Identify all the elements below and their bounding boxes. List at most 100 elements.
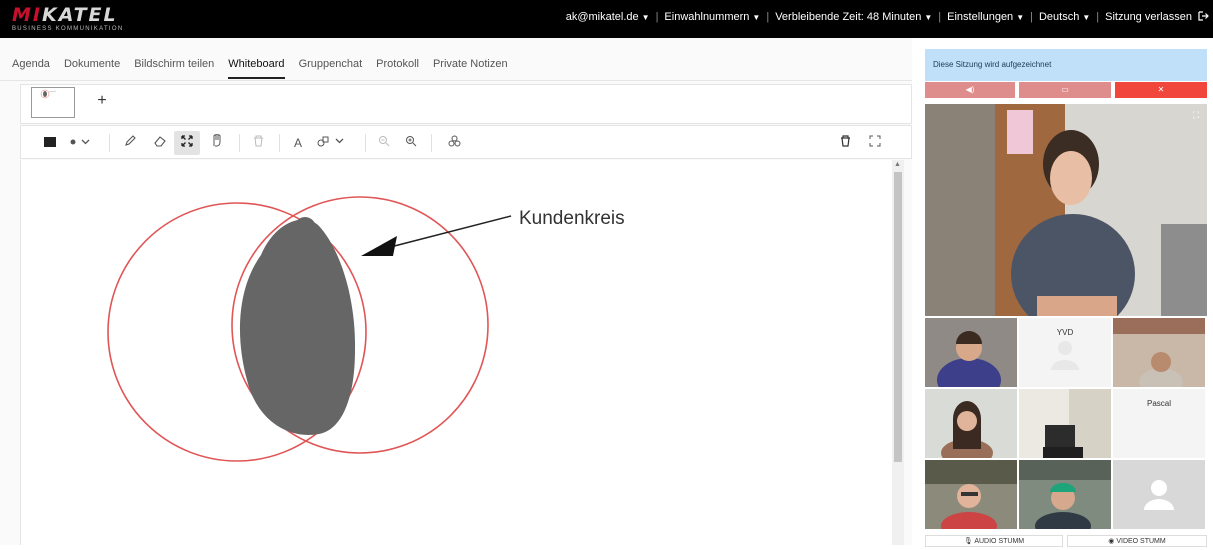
participant-tile[interactable] [1019,389,1111,458]
video-mute-button[interactable]: ◉ VIDEO STUMM [1067,535,1207,547]
participant-tile[interactable]: Pascal [1113,389,1205,458]
nav-divider: | [1096,11,1100,23]
mikatel-logo[interactable]: MIKATEL BUSINESS KOMMUNIKATION [12,5,124,32]
chevron-down-icon: ▼ [1082,13,1091,22]
zoom-in-icon[interactable] [398,133,424,153]
leave-session-button[interactable]: Sitzung verlassen [1105,11,1209,23]
tab-protokoll[interactable]: Protokoll [376,58,419,79]
toolbar-divider [109,134,110,152]
participant-name: Pascal [1146,399,1171,408]
scrollbar-thumb[interactable] [894,172,902,462]
participant-video [925,389,1017,458]
hand-icon[interactable] [204,133,230,153]
dot-size-icon[interactable] [67,133,93,153]
main-video-image [925,104,1207,316]
user-menu[interactable]: ak@mikatel.de ▼ [566,11,650,23]
top-bar: MIKATEL BUSINESS KOMMUNIKATION ak@mikate… [0,0,1213,38]
participant-tile[interactable] [1113,318,1205,387]
participant-tile[interactable]: YVD [1019,318,1111,387]
nav-divider: | [766,11,770,23]
dial-in-label: Einwahlnummern [664,11,750,23]
participant-tile[interactable] [1113,460,1205,529]
participant-name: YVD [1056,328,1074,337]
toolbar-divider [279,134,280,152]
scroll-up-icon[interactable]: ▲ [894,161,901,168]
audio-mute-button[interactable]: 🎙 AUDIO STUMM [925,535,1063,547]
pencil-icon[interactable] [117,133,143,153]
chevron-down-icon: ▼ [924,13,933,22]
video-sidebar: Diese Sitzung wird aufgezeichnet ◀) ▭ ✕ … [925,38,1213,547]
page-thumbnail[interactable] [31,87,75,118]
participant-video [925,318,1017,387]
participant-tile[interactable] [925,460,1017,529]
canvas-scrollbar[interactable]: ▲ [892,160,904,545]
participant-tile[interactable] [925,389,1017,458]
fullscreen-icon[interactable] [862,133,888,153]
rectangle-icon[interactable] [37,133,63,153]
whiteboard-drawing: Kundenkreis [107,196,625,462]
tab-gruppenchat[interactable]: Gruppenchat [299,58,363,79]
logo-text: KATEL [41,4,118,26]
tab-bar: Agenda Dokumente Bildschirm teilen White… [12,58,522,79]
logo-subtitle: BUSINESS KOMMUNIKATION [12,26,124,32]
arrow-head [361,236,397,256]
microphone-icon: 🎙 [963,538,973,545]
tab-divider [0,80,912,81]
participant-video [1019,460,1111,529]
eraser-icon[interactable] [147,133,173,153]
add-page-button[interactable]: + [93,92,111,110]
delete-icon[interactable] [245,133,271,153]
text-icon[interactable]: A [285,133,311,153]
shape-icon[interactable] [313,133,357,153]
dial-in-menu[interactable]: Einwahlnummern ▼ [664,11,760,23]
whiteboard-toolbar: A [20,125,912,159]
logo-text-accent: MI [12,4,42,26]
thumbnail-preview [40,89,57,99]
speaker-icon: ◀) [965,85,975,94]
page-strip: + [20,84,912,124]
tab-agenda[interactable]: Agenda [12,58,50,79]
tab-dokumente[interactable]: Dokumente [64,58,120,79]
main-area: Agenda Dokumente Bildschirm teilen White… [0,38,912,545]
annotation-text: Kundenkreis [519,208,625,229]
participant-video [925,460,1017,529]
camera-button[interactable]: ▭ [1019,82,1111,98]
tab-private-notizen[interactable]: Private Notizen [433,58,508,79]
nav-divider: | [655,11,659,23]
toolbar-divider [239,134,240,152]
close-icon: ✕ [1157,85,1165,94]
chevron-down-icon: ▼ [641,13,650,22]
exit-icon [1198,11,1209,21]
participant-video [1113,318,1205,387]
nav-divider: | [1030,11,1033,23]
participant-tile[interactable] [1019,460,1111,529]
chevron-down-icon: ▼ [752,13,761,22]
layers-icon[interactable] [441,133,467,153]
participant-tile[interactable] [925,318,1017,387]
tab-whiteboard[interactable]: Whiteboard [228,58,285,79]
eye-icon: ◉ [1108,538,1115,545]
camera-icon: ▭ [1061,85,1069,94]
move-icon[interactable] [174,131,200,155]
nav-divider: | [938,11,942,23]
tab-bildschirm-teilen[interactable]: Bildschirm teilen [134,58,214,79]
recording-notice: Diese Sitzung wird aufgezeichnet [925,49,1207,81]
language-menu[interactable]: Deutsch ▼ [1039,11,1090,23]
speaker-button[interactable]: ◀) [925,82,1015,98]
settings-menu[interactable]: Einstellungen ▼ [947,11,1024,23]
remaining-time-label: Verbleibende Zeit: 48 Minuten [775,11,922,23]
zoom-out-icon[interactable] [371,133,397,153]
trash-icon[interactable] [832,133,858,153]
leave-session-label: Sitzung verlassen [1105,11,1192,23]
blob-knob [294,217,316,239]
settings-label: Einstellungen [947,11,1014,23]
chevron-down-icon: ▼ [1016,13,1025,22]
remaining-time-menu[interactable]: Verbleibende Zeit: 48 Minuten ▼ [775,11,932,23]
whiteboard-canvas[interactable]: Kundenkreis [20,160,892,545]
close-button[interactable]: ✕ [1115,82,1207,98]
main-video[interactable]: ⛶ [925,104,1207,316]
toolbar-divider [431,134,432,152]
video-mute-label: VIDEO STUMM [1116,538,1166,545]
expand-video-icon[interactable]: ⛶ [1193,110,1199,121]
toolbar-divider [365,134,366,152]
